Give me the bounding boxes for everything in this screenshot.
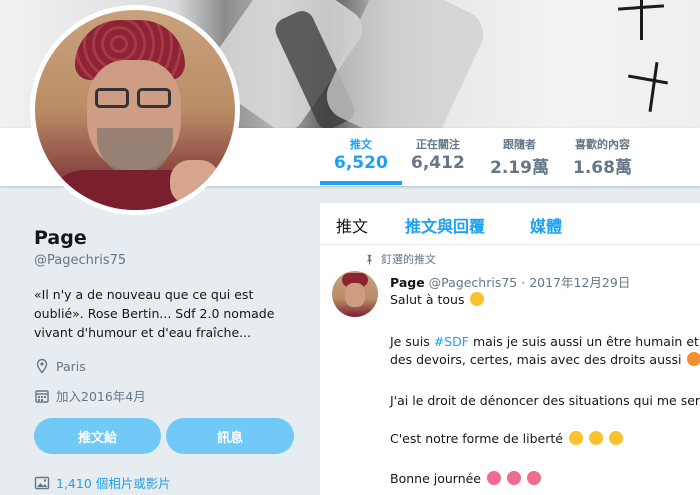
tweet-text: des devoirs, certes, mais avec des droit… xyxy=(390,352,682,367)
timeline-tabs: 推文 推文與回覆 媒體 xyxy=(320,203,700,245)
tweet-text-line: Je suis #SDF mais je suis aussi un être … xyxy=(390,334,700,349)
stat-following[interactable]: 正在關注 6,412 xyxy=(411,136,465,173)
joined-text: 加入2016年4月 xyxy=(56,389,146,404)
tweet-text-line: des devoirs, certes, mais avec des droit… xyxy=(390,352,700,367)
message-button[interactable]: 訊息 xyxy=(166,418,294,454)
pinned-label-text: 釘選的推文 xyxy=(381,253,436,266)
photos-videos-link[interactable]: 1,410 個相片或影片 xyxy=(34,473,171,492)
tweet-text: mais je suis aussi un être humain et u xyxy=(468,334,700,349)
bio-line: «Il n'y a de nouveau que ce qui est xyxy=(34,287,254,302)
photos-videos-label: 1,410 個相片或影片 xyxy=(56,476,171,491)
kissing-face-emoji-icon xyxy=(506,471,521,485)
profile-joined: 加入2016年4月 xyxy=(34,386,146,405)
location-pin-icon xyxy=(36,358,48,374)
profile-handle[interactable]: @Pagechris75 xyxy=(34,253,126,268)
profile-name[interactable]: Page xyxy=(34,227,87,249)
stat-tweets[interactable]: 推文 6,520 xyxy=(320,136,402,185)
avatar-glasses xyxy=(137,88,171,108)
tweet-text: C'est notre forme de liberté xyxy=(390,431,563,446)
tweet-date[interactable]: · 2017年12月29日 xyxy=(521,275,630,290)
tweet-text-line: J'ai le droit de dénoncer des situations… xyxy=(390,393,700,408)
tweet-header: Page @Pagechris75 · 2017年12月29日 xyxy=(390,272,630,291)
avatar-face xyxy=(345,283,365,307)
winking-face-emoji-icon xyxy=(608,431,623,445)
tab-media[interactable]: 媒體 xyxy=(530,213,562,237)
hashtag-link[interactable]: #SDF xyxy=(434,334,469,349)
bio-line: vivant d'humour et d'eau fraîche... xyxy=(34,325,252,340)
bio-line: oublié». Rose Bertin... Sdf 2.0 nomade xyxy=(34,306,275,321)
avatar-thumb xyxy=(170,160,220,205)
photo-icon xyxy=(34,476,50,489)
tweet-text-line: C'est notre forme de liberté xyxy=(390,431,623,446)
banner-ink-stroke xyxy=(648,62,659,112)
timeline: 推文 推文與回覆 媒體 釘選的推文 Page @Pagechris75 · 20… xyxy=(320,203,700,495)
stat-label: 正在關注 xyxy=(415,138,460,151)
tweet-text: Bonne journée xyxy=(390,471,481,486)
profile-avatar[interactable] xyxy=(30,5,240,215)
location-text: Paris xyxy=(56,358,86,374)
stat-likes[interactable]: 喜歡的內容 1.68萬 xyxy=(573,136,632,178)
tab-tweets-replies[interactable]: 推文與回覆 xyxy=(405,213,485,237)
avatar-glasses xyxy=(95,88,129,108)
stat-label: 推文 xyxy=(349,138,372,151)
tab-tweets[interactable]: 推文 xyxy=(336,213,368,237)
avatar-beard xyxy=(97,128,173,176)
winking-face-emoji-icon xyxy=(588,431,603,445)
calendar-icon xyxy=(35,389,49,403)
pin-icon xyxy=(366,254,373,265)
tweet-author-handle[interactable]: @Pagechris75 xyxy=(429,275,518,290)
tweet-to-button[interactable]: 推文給 xyxy=(34,418,161,454)
banner-ink-stroke xyxy=(640,0,643,40)
profile-location: Paris xyxy=(34,358,86,374)
stat-value: 1.68萬 xyxy=(573,158,632,178)
stat-value: 2.19萬 xyxy=(490,158,549,178)
tweet-text-line: Bonne journée xyxy=(390,471,541,486)
profile-bio: «Il n'y a de nouveau que ce qui est oubl… xyxy=(34,285,284,342)
tweet-text: Je suis xyxy=(390,334,434,349)
raising-hand-emoji-icon xyxy=(470,292,485,306)
stat-label: 喜歡的內容 xyxy=(574,138,630,151)
winking-face-emoji-icon xyxy=(568,431,583,445)
stat-followers[interactable]: 跟隨者 2.19萬 xyxy=(490,136,549,178)
stat-label: 跟隨者 xyxy=(502,138,536,151)
tweet-author-avatar[interactable] xyxy=(332,271,378,317)
pinned-tweet-label: 釘選的推文 xyxy=(364,251,436,267)
angry-face-emoji-icon xyxy=(687,352,700,366)
kissing-face-emoji-icon xyxy=(486,471,501,485)
avatar-photo xyxy=(35,10,235,210)
stat-value: 6,520 xyxy=(334,153,388,173)
tweet-text: J'ai le droit de dénoncer des situations… xyxy=(390,393,700,408)
banner-ink-stroke xyxy=(628,74,668,85)
tweet-text: Salut à tous xyxy=(390,292,465,307)
tweet-text-line: Salut à tous xyxy=(390,292,485,307)
kissing-face-emoji-icon xyxy=(526,471,541,485)
tweet-author-name[interactable]: Page xyxy=(390,275,425,290)
stat-value: 6,412 xyxy=(411,153,465,173)
